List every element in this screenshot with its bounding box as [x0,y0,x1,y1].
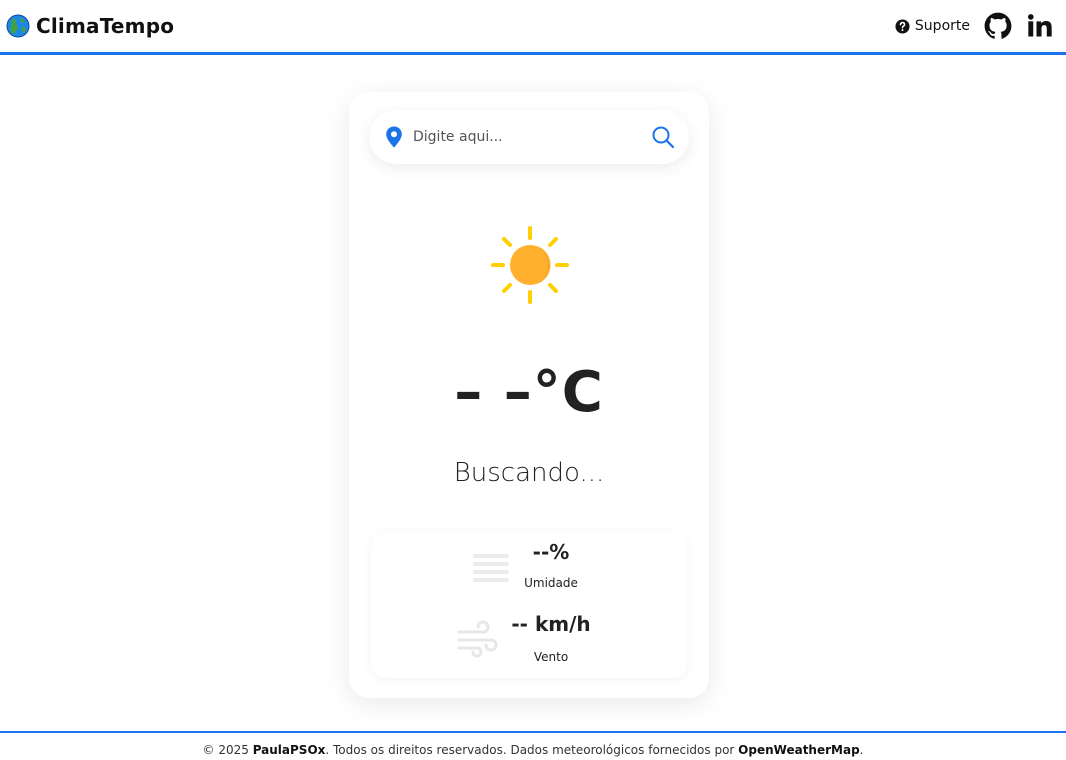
location-pin-icon [386,126,402,148]
footer-provider[interactable]: OpenWeatherMap [738,743,859,757]
footer-prefix: © 2025 [202,743,253,757]
humidity-row: --% Umidade [371,538,687,598]
support-label: Suporte [914,18,970,34]
wind-label: Vento [533,650,569,664]
header-actions: Suporte [895,12,1054,40]
brand[interactable]: ClimaTempo [6,14,174,38]
sun-icon [491,226,569,304]
support-link[interactable]: Suporte [895,18,970,34]
footer: © 2025 PaulaPSOx. Todos os direitos rese… [0,731,1066,760]
top-navbar: ClimaTempo Suporte [0,0,1066,55]
footer-suffix: . [859,743,864,757]
weather-description: Buscando... [453,458,605,488]
linkedin-icon[interactable] [1026,12,1054,40]
github-icon[interactable] [984,12,1012,40]
search-icon[interactable] [651,125,675,149]
question-circle-icon [895,18,910,34]
footer-author[interactable]: PaulaPSOx [253,743,326,757]
humidity-value: --% [532,540,570,564]
wind-value: -- km/h [511,612,591,636]
app-title: ClimaTempo [36,14,175,38]
city-search-input[interactable] [413,122,651,152]
temperature-value: – –°C [454,360,604,425]
wind-row: -- km/h Vento [371,612,687,672]
globe-icon [6,14,30,38]
search-bar [369,110,689,164]
weather-details-panel: --% Umidade -- km/h Vento [371,532,687,678]
footer-middle: . Todos os direitos reservados. Dados me… [325,743,739,757]
weather-card: – –°C Buscando... --% Umidade [349,92,709,698]
humidity-label: Umidade [524,576,578,590]
